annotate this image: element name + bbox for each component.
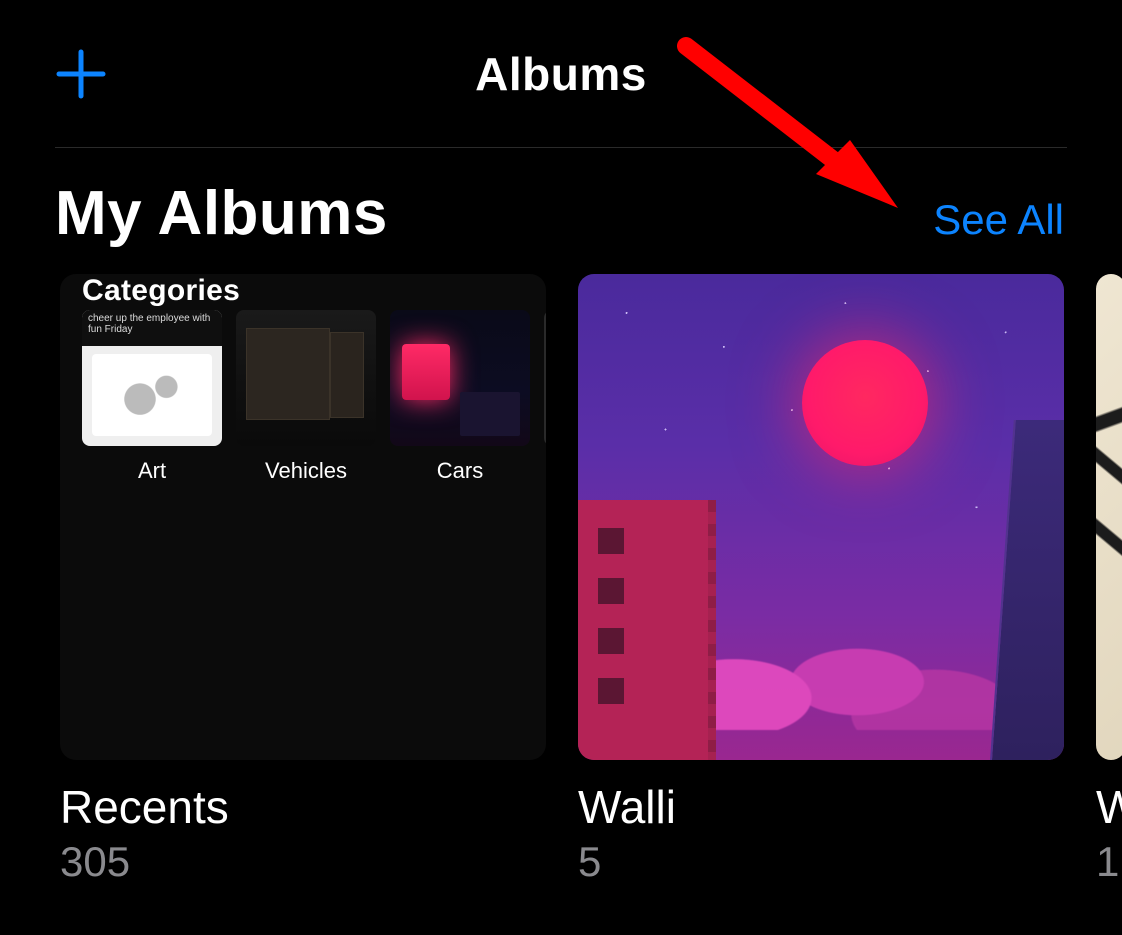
category-label: Art [82,458,222,484]
category-thumb [390,310,530,446]
album-name: W [1096,780,1122,834]
category-thumb-caption: cheer up the employee with fun Friday [88,314,216,335]
sun-icon [802,340,928,466]
page-title: Albums [475,47,647,101]
album-card-partial[interactable]: W 1 [1096,274,1122,886]
album-thumbnail [1096,274,1122,760]
see-all-link[interactable]: See All [933,196,1064,244]
album-name: Walli [578,780,1064,834]
category-label: Cars [390,458,530,484]
recents-category-art: cheer up the employee with fun Friday Ar… [82,310,222,484]
recents-category-partial [544,310,546,484]
recents-category-vehicles: Vehicles [236,310,376,484]
add-album-button[interactable] [55,48,107,100]
album-name: Recents [60,780,546,834]
album-card-recents[interactable]: Categories cheer up the employee with fu… [60,274,546,886]
album-count: 305 [60,838,546,886]
album-thumbnail: Categories cheer up the employee with fu… [60,274,546,760]
plus-icon [55,48,107,100]
category-thumb: cheer up the employee with fun Friday [82,310,222,446]
building-right [990,420,1064,760]
category-label: Vehicles [236,458,376,484]
category-thumb [544,310,546,446]
recents-category-cars: Cars [390,310,530,484]
section-title: My Albums [55,178,388,249]
album-count: 5 [578,838,1064,886]
album-thumbnail [578,274,1064,760]
section-header: My Albums See All [55,178,1067,249]
category-thumb [236,310,376,446]
building-left [578,500,708,760]
album-count: 1 [1096,838,1122,886]
albums-carousel[interactable]: Categories cheer up the employee with fu… [60,274,1122,886]
album-card-walli[interactable]: Walli 5 [578,274,1064,886]
recents-categories-row: cheer up the employee with fun Friday Ar… [82,310,546,484]
recents-categories-heading: Categories [82,274,240,308]
nav-bar: Albums [55,0,1067,148]
